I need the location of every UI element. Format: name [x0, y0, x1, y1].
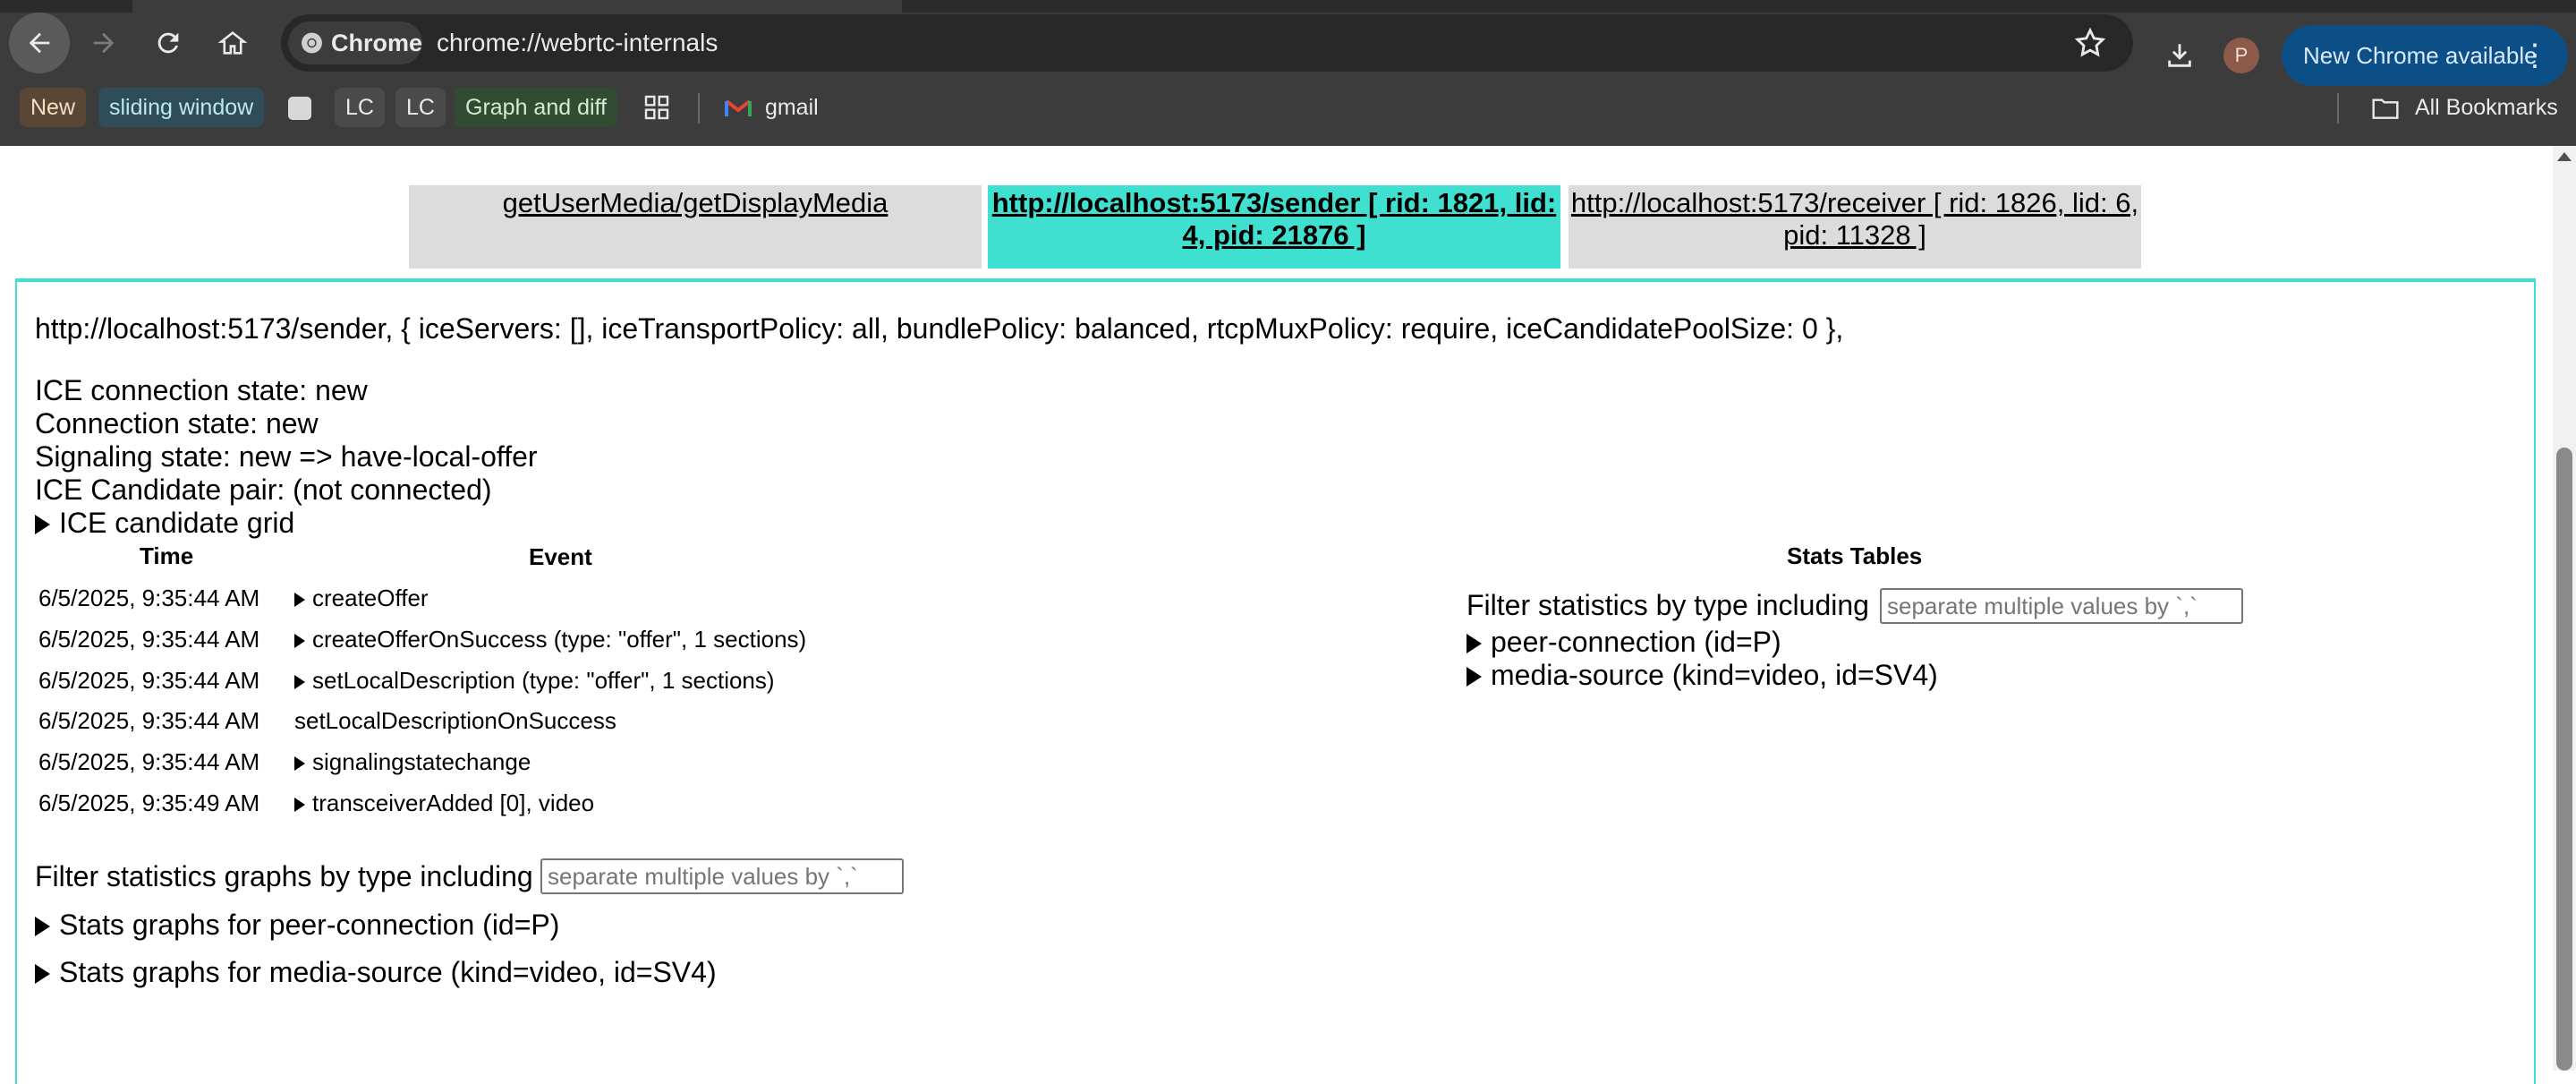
event-time: 6/5/2025, 9:35:44 AM: [38, 626, 260, 653]
graphs-filter-label: Filter statistics graphs by type includi…: [35, 860, 533, 892]
bookmarks-separator-right: [2337, 93, 2339, 124]
tab-strip: [0, 0, 2576, 13]
more-menu-icon[interactable]: ⋮: [2520, 38, 2550, 73]
stats-tables-title: Stats Tables: [1787, 542, 1923, 569]
scroll-up-arrow-icon[interactable]: [2557, 152, 2572, 161]
peer-connection-config: http://localhost:5173/sender, { iceServe…: [35, 312, 1844, 345]
event-row: setLocalDescriptionOnSuccess: [294, 707, 616, 734]
browser-toolbar: Chrome chrome://webrtc-internals P New C…: [0, 13, 2576, 86]
tab-receiver[interactable]: http://localhost:5173/receiver [ rid: 18…: [1569, 185, 2141, 269]
profile-avatar[interactable]: P: [2223, 38, 2259, 73]
disclosure-triangle-icon: [294, 675, 305, 689]
bookmarks-separator: [698, 93, 700, 124]
reload-icon: [157, 32, 179, 54]
apps-grid-button[interactable]: [642, 93, 671, 136]
bookmark-sliding-window[interactable]: sliding window: [98, 86, 265, 129]
scrollbar-thumb[interactable]: [2556, 448, 2572, 1071]
gmail-icon: [725, 99, 752, 117]
event-row[interactable]: createOffer: [294, 585, 429, 612]
disclosure-triangle-icon: [294, 634, 305, 648]
disclosure-triangle-icon: [294, 756, 305, 771]
tab-sender[interactable]: http://localhost:5173/sender [ rid: 1821…: [988, 185, 1560, 269]
event-row[interactable]: transceiverAdded [0], video: [294, 790, 594, 817]
bookmark-lc-2[interactable]: LC: [395, 86, 446, 129]
ice-connection-state: ICE connection state: new: [35, 374, 368, 406]
stats-filter-input[interactable]: separate multiple values by `,`: [1880, 588, 2243, 624]
graphs-filter-input[interactable]: separate multiple values by `,`: [540, 858, 904, 894]
chip-label: Chrome: [330, 29, 422, 56]
event-time: 6/5/2025, 9:35:44 AM: [38, 707, 260, 734]
folder-icon: [2372, 98, 2399, 120]
event-time: 6/5/2025, 9:35:49 AM: [38, 790, 260, 816]
blank-favicon-icon: [288, 97, 311, 121]
disclosure-triangle-icon: [35, 964, 50, 984]
tab-getusermedia[interactable]: getUserMedia/getDisplayMedia: [409, 185, 982, 269]
disclosure-triangle-icon: [294, 593, 305, 607]
event-time: 6/5/2025, 9:35:44 AM: [38, 585, 260, 611]
stats-graphs-peer-connection-toggle[interactable]: Stats graphs for peer-connection (id=P): [35, 909, 559, 942]
event-time: 6/5/2025, 9:35:44 AM: [38, 667, 260, 694]
browser-chrome: Chrome chrome://webrtc-internals P New C…: [0, 0, 2576, 146]
stats-filter-label: Filter statistics by type including: [1467, 589, 1869, 621]
peer-connection-panel: http://localhost:5173/sender, { iceServe…: [15, 278, 2536, 1084]
arrow-right-icon: [93, 32, 115, 54]
downloads-button[interactable]: [2149, 25, 2210, 86]
disclosure-triangle-icon: [294, 798, 305, 812]
bookmark-star-icon[interactable]: [2072, 25, 2108, 61]
disclosure-triangle-icon: [1467, 634, 1482, 653]
site-info-chip[interactable]: Chrome: [288, 21, 422, 64]
forward-button[interactable]: [73, 13, 134, 73]
url-text[interactable]: chrome://webrtc-internals: [437, 14, 718, 72]
event-row[interactable]: signalingstatechange: [294, 748, 531, 776]
ice-candidate-grid-toggle[interactable]: ICE candidate grid: [35, 507, 294, 540]
stats-table-peer-connection-toggle[interactable]: peer-connection (id=P): [1467, 626, 1781, 659]
active-browser-tab[interactable]: [132, 0, 902, 13]
events-time-header: Time: [140, 542, 194, 569]
events-event-header: Event: [529, 543, 592, 570]
home-button[interactable]: [202, 13, 263, 73]
back-button[interactable]: [9, 13, 70, 73]
chrome-logo-icon: [302, 32, 322, 54]
stats-graphs-media-source-toggle[interactable]: Stats graphs for media-source (kind=vide…: [35, 956, 717, 989]
new-chrome-available-button[interactable]: New Chrome available ⋮: [2282, 25, 2568, 86]
bookmark-graph-and-diff[interactable]: Graph and diff: [455, 86, 617, 129]
reload-button[interactable]: [138, 13, 199, 73]
ice-candidate-pair: ICE Candidate pair: (not connected): [35, 474, 492, 506]
disclosure-triangle-icon: [35, 515, 50, 534]
bookmark-lc-1[interactable]: LC: [335, 86, 385, 129]
arrow-left-icon: [29, 32, 50, 54]
bookmark-new[interactable]: New: [20, 86, 87, 129]
disclosure-triangle-icon: [1467, 667, 1482, 687]
bookmark-blank[interactable]: [288, 86, 311, 129]
update-label: New Chrome available: [2303, 41, 2538, 69]
bookmark-gmail[interactable]: gmail: [725, 86, 819, 129]
event-row[interactable]: createOfferOnSuccess (type: "offer", 1 s…: [294, 626, 806, 653]
all-bookmarks-button[interactable]: All Bookmarks: [2371, 86, 2558, 129]
disclosure-triangle-icon: [35, 917, 50, 936]
address-bar[interactable]: Chrome chrome://webrtc-internals: [281, 14, 2133, 72]
event-row[interactable]: setLocalDescription (type: "offer", 1 se…: [294, 667, 775, 695]
home-icon: [217, 31, 248, 55]
event-time: 6/5/2025, 9:35:44 AM: [38, 748, 260, 775]
bookmarks-bar: New sliding window LC LC Graph and diff: [0, 86, 2576, 132]
signaling-state: Signaling state: new => have-local-offer: [35, 440, 538, 473]
stats-table-media-source-toggle[interactable]: media-source (kind=video, id=SV4): [1467, 659, 1938, 692]
apps-grid-icon: [644, 95, 669, 120]
download-icon: [2168, 44, 2191, 67]
connection-state: Connection state: new: [35, 407, 319, 440]
